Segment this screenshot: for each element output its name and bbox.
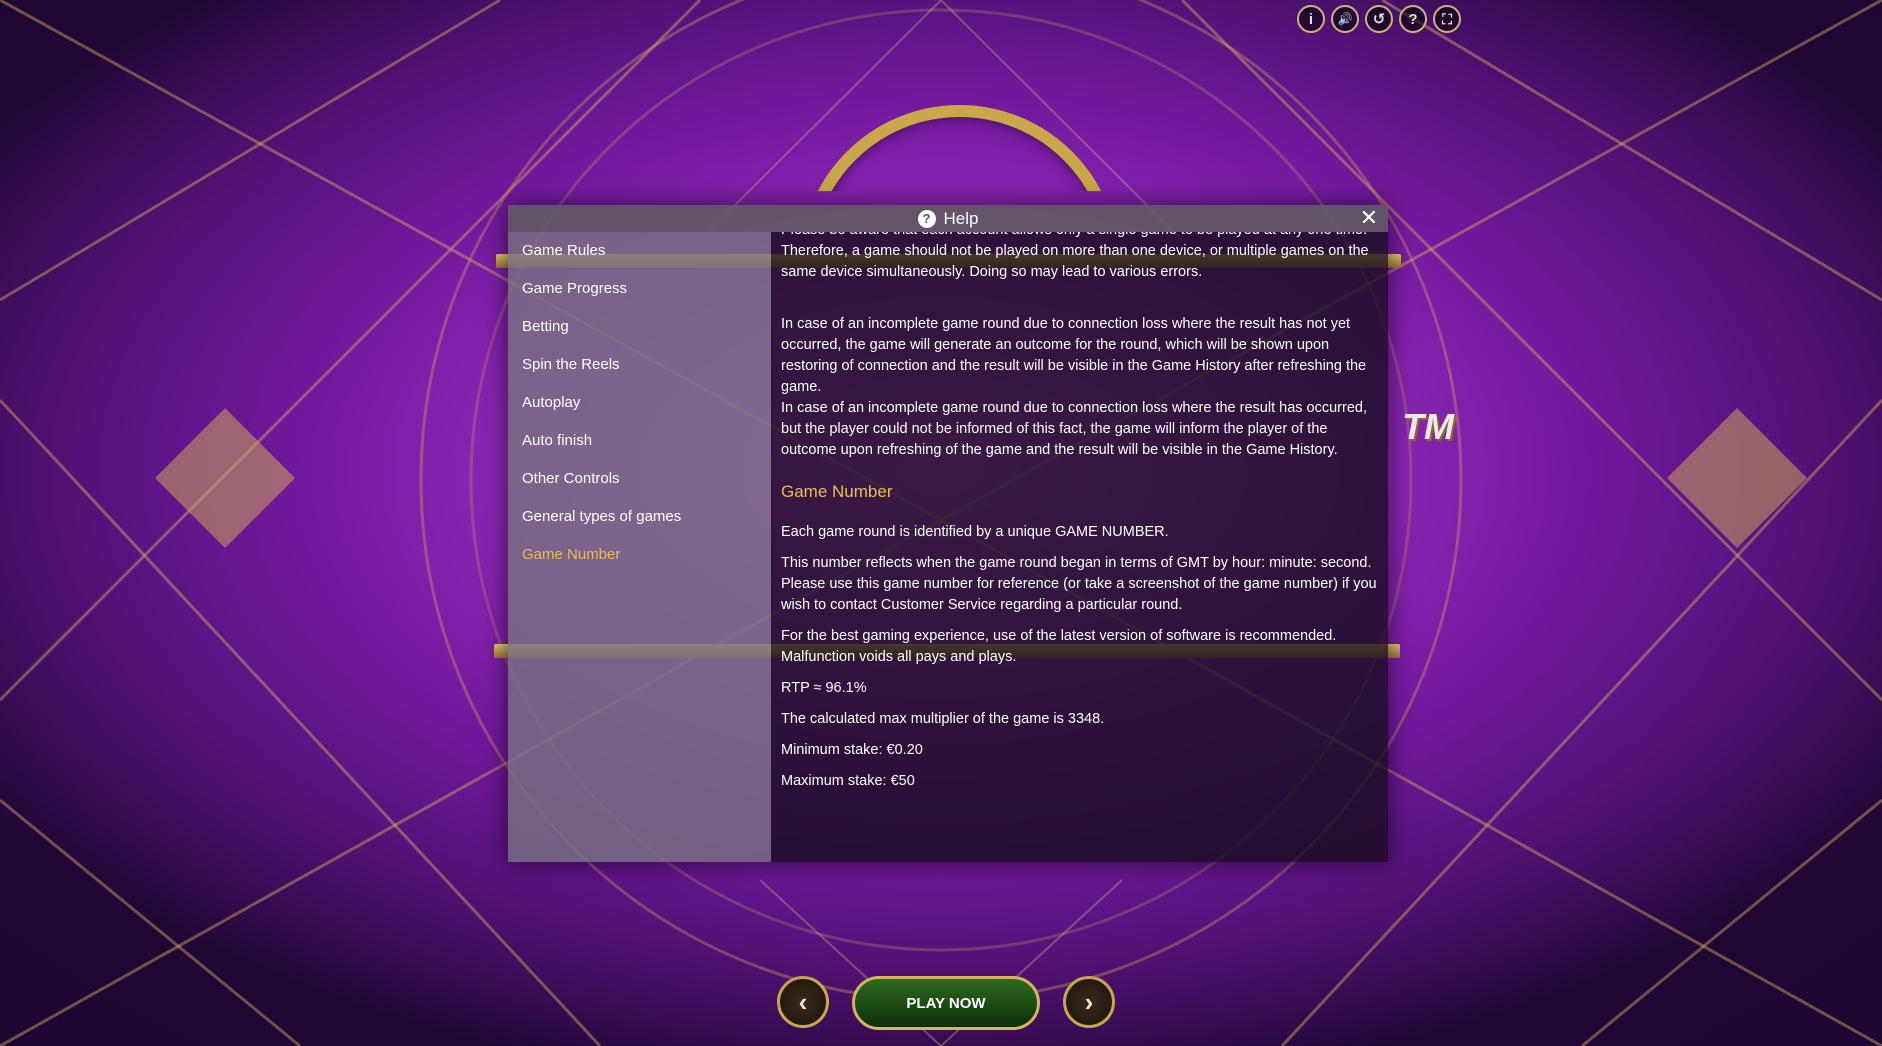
menu-item-game-number[interactable]: Game Number xyxy=(508,536,771,574)
help-content[interactable]: Please be aware that each account allows… xyxy=(771,232,1388,862)
section-title-game-number: Game Number xyxy=(781,482,893,501)
help-menu: Game Rules Game Progress Betting Spin th… xyxy=(508,232,771,574)
paragraph-max-multiplier: The calculated max multiplier of the gam… xyxy=(781,711,1105,727)
paragraph-connection-loss-2: In case of an incomplete game round due … xyxy=(781,400,1367,458)
close-icon[interactable]: ✕ xyxy=(1360,207,1378,229)
menu-item-spin-the-reels[interactable]: Spin the Reels xyxy=(508,346,771,384)
next-button[interactable]: › xyxy=(1063,976,1115,1028)
help-title: Help xyxy=(943,208,979,228)
help-sidebar: Game Rules Game Progress Betting Spin th… xyxy=(508,232,771,862)
help-modal: ? Help ✕ Game Rules Game Progress Bettin… xyxy=(508,205,1388,862)
menu-item-autoplay[interactable]: Autoplay xyxy=(508,384,771,422)
play-now-button[interactable]: PLAY NOW xyxy=(852,976,1040,1030)
prev-button[interactable]: ‹ xyxy=(777,976,829,1028)
paragraph-max-stake: Maximum stake: €50 xyxy=(781,773,915,789)
menu-item-auto-finish[interactable]: Auto finish xyxy=(508,422,771,460)
paragraph-connection-loss-1: In case of an incomplete game round due … xyxy=(781,316,1367,395)
paragraph-single-game: Please be aware that each account allows… xyxy=(781,232,1369,280)
fullscreen-icon[interactable]: ⛶ xyxy=(1433,5,1461,33)
paragraph-rtp: RTP ≈ 96.1% xyxy=(781,680,867,696)
menu-item-other-controls[interactable]: Other Controls xyxy=(508,460,771,498)
history-icon[interactable]: ↺ xyxy=(1365,5,1393,33)
sound-icon[interactable]: 🔊 xyxy=(1331,5,1359,33)
paragraph-gmt: This number reflects when the game round… xyxy=(781,555,1377,613)
question-icon[interactable]: ? xyxy=(1399,5,1427,33)
info-icon[interactable]: i xyxy=(1297,5,1325,33)
paragraph-software: For the best gaming experience, use of t… xyxy=(781,628,1337,665)
paragraph-min-stake: Minimum stake: €0.20 xyxy=(781,742,923,758)
menu-item-general-types[interactable]: General types of games xyxy=(508,498,771,536)
logo-trademark: TM xyxy=(1402,406,1454,447)
help-icon: ? xyxy=(917,209,936,228)
paragraph-game-number: Each game round is identified by a uniqu… xyxy=(781,524,1169,540)
help-content-body: Please be aware that each account allows… xyxy=(781,232,1377,792)
menu-item-betting[interactable]: Betting xyxy=(508,308,771,346)
menu-item-game-progress[interactable]: Game Progress xyxy=(508,270,771,308)
menu-item-game-rules[interactable]: Game Rules xyxy=(508,232,771,270)
top-toolbar: i 🔊 ↺ ? ⛶ xyxy=(1297,5,1461,33)
help-header: ? Help ✕ xyxy=(508,205,1388,232)
